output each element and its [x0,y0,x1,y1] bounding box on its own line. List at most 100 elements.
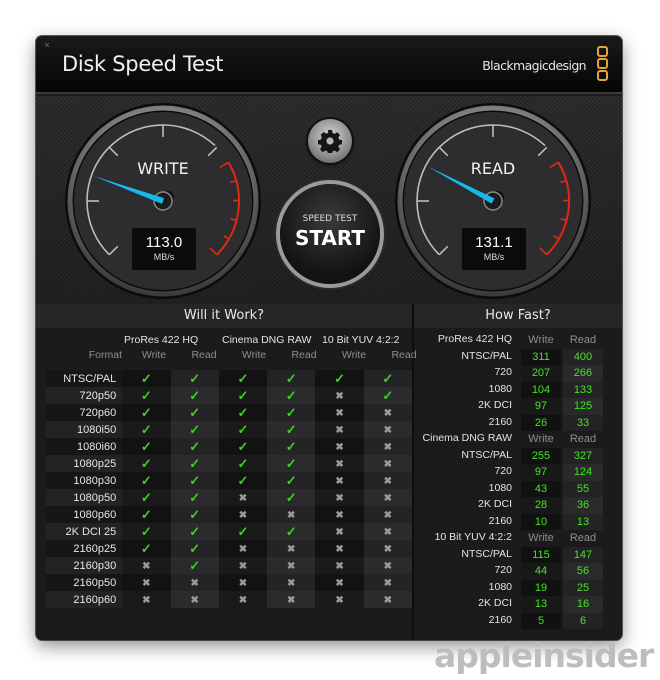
write-gauge-label: WRITE [137,159,189,178]
checkmark-icon: ✓ [189,540,201,556]
cross-icon: ✖ [238,560,248,572]
unsupported-cell: ✖ [218,489,268,506]
unsupported-cell: ✖ [315,472,364,489]
format-row: 2160p30 ✖ ✓ ✖ ✖ ✖ ✖ [46,557,412,574]
supported-cell: ✓ [122,489,171,506]
write-fps-value: 26 [521,414,561,431]
unsupported-cell: ✖ [267,557,316,574]
cross-icon: ✖ [238,509,248,521]
format-label: 1080i50 [46,421,123,438]
format-label: 1080p30 [46,472,123,489]
speed-group-header: Cinema DNG RAW Write Read [414,431,622,448]
unsupported-cell: ✖ [218,506,268,523]
cross-icon: ✖ [335,594,344,606]
start-speed-test-button[interactable]: SPEED TEST START [280,184,380,284]
read-fps-value: 400 [563,348,603,365]
speed-row: 2160 10 13 [414,513,622,530]
format-label: 2160p30 [46,557,123,574]
unsupported-cell: ✖ [122,557,171,574]
unsupported-cell: ✖ [363,523,412,540]
cross-icon: ✖ [335,390,344,402]
format-row: 1080p50 ✓ ✓ ✖ ✓ ✖ ✖ [46,489,412,506]
speed-row: NTSC/PAL 255 327 [414,447,622,464]
write-fps-value: 28 [521,497,561,514]
write-fps-value: 10 [521,513,561,530]
unsupported-cell: ✖ [218,540,268,557]
speed-group-header: ProRes 422 HQ Write Read [414,332,622,349]
supported-cell: ✓ [170,438,219,455]
format-row: 720p50 ✓ ✓ ✓ ✓ ✖ ✓ [46,387,412,404]
speed-row: 1080 43 55 [414,480,622,497]
write-fps-value: 5 [521,612,561,629]
unsupported-cell: ✖ [315,489,364,506]
cross-icon: ✖ [335,424,344,436]
col-header: Write [141,349,167,361]
speed-row: 720 97 124 [414,464,622,481]
cross-icon: ✖ [287,594,296,606]
checkmark-icon: ✓ [285,387,297,403]
cross-icon: ✖ [190,594,199,606]
cross-icon: ✖ [383,407,393,419]
unsupported-cell: ✖ [363,540,412,557]
write-fps-value: 311 [521,348,561,365]
checkmark-icon: ✓ [189,506,201,522]
how-fast-heading: How Fast? [414,304,622,328]
speed-group: Cinema DNG RAW Write Read NTSC/PAL 255 32… [414,431,622,530]
read-fps-value: 147 [563,546,603,563]
speed-row: 720 207 266 [414,365,622,382]
format-row: 2160p50 ✖ ✖ ✖ ✖ ✖ ✖ [46,574,412,591]
format-label: 2160p60 [46,591,123,608]
group-header-cinema-dng: Cinema DNG RAW [222,334,312,346]
checkmark-icon: ✓ [189,472,201,488]
cross-icon: ✖ [383,475,393,487]
supported-cell: ✓ [267,455,316,472]
read-fps-value: 56 [563,563,603,580]
write-fps-value: 43 [521,480,561,497]
close-button[interactable]: × [42,40,52,50]
format-label: NTSC/PAL [46,370,123,387]
read-fps-value: 125 [563,398,603,415]
unsupported-cell: ✖ [122,574,171,591]
cross-icon: ✖ [383,594,393,606]
unsupported-cell: ✖ [267,574,316,591]
unsupported-cell: ✖ [315,438,364,455]
supported-cell: ✓ [122,455,171,472]
supported-cell: ✓ [170,472,219,489]
cross-icon: ✖ [335,509,344,521]
speed-group: 10 Bit YUV 4:2:2 Write Read NTSC/PAL 115 … [414,530,622,629]
disk-speed-test-window: × Disk Speed Test Blackmagicdesign WRITE… [36,36,622,640]
unsupported-cell: ✖ [363,574,412,591]
checkmark-icon: ✓ [189,421,201,437]
resolution-label: 1080 [488,382,512,395]
resolution-label: 720 [494,564,512,576]
supported-cell: ✓ [218,455,268,472]
resolution-label: 2K DCI [478,597,512,609]
cross-icon: ✖ [335,407,344,419]
cross-icon: ✖ [383,458,393,470]
supported-cell: ✓ [267,421,316,438]
resolution-label: 1080 [488,580,512,593]
cross-icon: ✖ [335,560,344,572]
read-fps-value: 266 [563,365,603,382]
speed-group-header: 10 Bit YUV 4:2:2 Write Read [414,530,622,547]
checkmark-icon: ✓ [382,370,394,386]
checkmark-icon: ✓ [237,438,249,454]
supported-cell: ✓ [170,455,219,472]
read-fps-value: 327 [563,447,603,464]
settings-button[interactable] [308,119,352,163]
unsupported-cell: ✖ [363,455,412,472]
resolution-label: NTSC/PAL [461,349,512,362]
blackmagic-logo-icon [597,46,609,82]
cross-icon: ✖ [238,543,248,555]
unsupported-cell: ✖ [218,557,268,574]
unsupported-cell: ✖ [363,404,412,421]
resolution-label: 2K DCI [478,399,512,411]
speed-row: 2K DCI 97 125 [414,398,622,415]
write-readout: 113.0 MB/s [132,228,196,270]
supported-cell: ✓ [170,540,219,557]
write-header: Write [528,334,554,346]
format-label: 1080p50 [46,489,123,506]
unsupported-cell: ✖ [170,591,219,608]
checkmark-icon: ✓ [140,523,152,539]
cross-icon: ✖ [142,577,151,589]
